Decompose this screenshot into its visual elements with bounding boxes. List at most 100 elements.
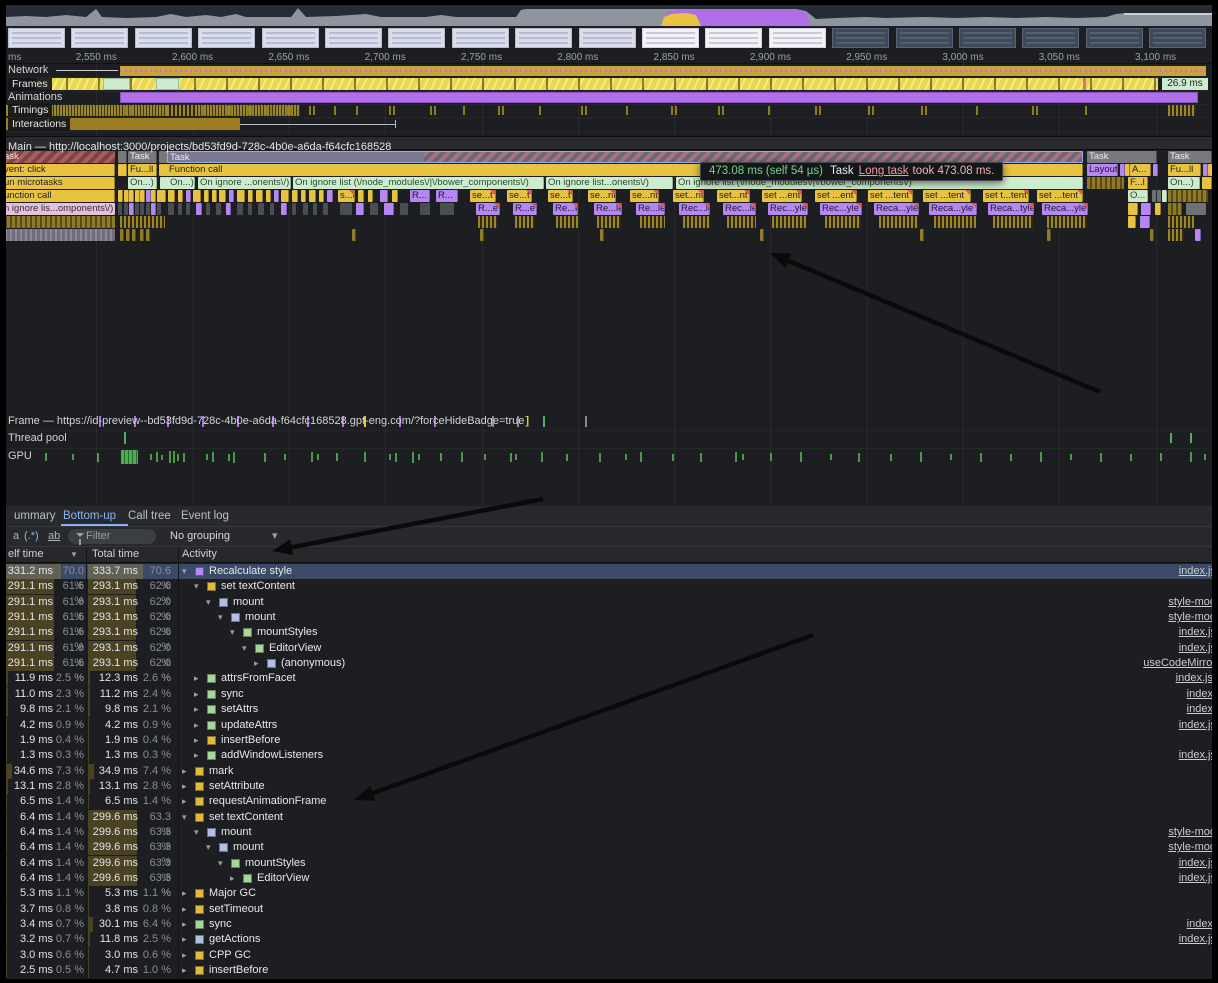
expand-arrow[interactable]: ▸ <box>194 718 199 733</box>
flame-block[interactable]: Rec...le <box>679 203 710 215</box>
tab-bottom-up[interactable]: Bottom-up <box>63 506 116 526</box>
source-link[interactable]: useCodeMirror <box>1143 656 1212 671</box>
flame-block[interactable] <box>400 203 408 215</box>
flame-block[interactable] <box>229 190 234 202</box>
flame-block[interactable] <box>118 203 122 215</box>
flame-block[interactable] <box>216 203 221 215</box>
flame-block[interactable]: Re...e <box>553 203 578 215</box>
expand-arrow[interactable]: ▾ <box>194 825 199 840</box>
expand-arrow[interactable]: ▸ <box>182 779 187 794</box>
flame-block[interactable]: Reca...yle <box>1042 203 1088 215</box>
track-label-network[interactable]: Network <box>8 64 48 77</box>
source-link[interactable]: index.js <box>1179 564 1212 579</box>
source-link[interactable]: index.js <box>1179 748 1212 763</box>
flame-block[interactable] <box>124 203 128 215</box>
flame-block[interactable]: Task <box>1168 151 1212 163</box>
expand-arrow[interactable]: ▸ <box>182 948 187 963</box>
flame-block[interactable] <box>266 190 271 202</box>
flame-block[interactable] <box>303 203 308 215</box>
screenshot-thumbnail[interactable] <box>1022 28 1079 48</box>
flame-block[interactable]: On...) <box>128 177 157 189</box>
flame-block[interactable] <box>151 190 156 202</box>
screenshot-thumbnail[interactable] <box>769 28 826 48</box>
expand-arrow[interactable]: ▸ <box>194 702 199 717</box>
flame-block[interactable] <box>1047 229 1051 241</box>
screenshot-thumbnail[interactable] <box>198 28 255 48</box>
flame-block[interactable] <box>1128 203 1138 215</box>
filter-input[interactable]: Filter <box>68 529 156 544</box>
screenshot-thumbnail[interactable] <box>579 28 636 48</box>
flame-block[interactable] <box>1128 216 1136 228</box>
flame-block[interactable]: set ...ent <box>762 190 802 202</box>
flame-block[interactable] <box>237 190 245 202</box>
table-row[interactable]: 291.1 ms61.6 %293.1 ms62.0 %▾mountstyle-… <box>6 610 1212 625</box>
flame-block[interactable] <box>140 190 145 202</box>
flame-block[interactable] <box>556 216 578 228</box>
tooltip-longtask-link[interactable]: Long task <box>859 165 909 177</box>
flame-block[interactable] <box>237 203 243 215</box>
flame-block[interactable]: set t...tent <box>983 190 1029 202</box>
main-thread-header[interactable]: Main — http://localhost:3000/projects/bd… <box>6 136 1212 150</box>
expand-arrow[interactable]: ▸ <box>194 733 199 748</box>
track-label-thread-pool[interactable]: Thread pool <box>8 432 67 445</box>
table-row[interactable]: 3.2 ms0.7 %11.8 ms2.5 %▸getActionsindex.… <box>6 932 1212 947</box>
table-row[interactable]: 11.0 ms2.3 %11.2 ms2.4 %▸syncindex. <box>6 687 1212 702</box>
flame-block[interactable]: On ignore list (\/node_modules\/|\/bower… <box>293 177 544 189</box>
screenshot-thumbnail[interactable] <box>705 28 762 48</box>
expand-arrow[interactable]: ▸ <box>182 963 187 978</box>
expand-arrow[interactable]: ▸ <box>254 656 259 671</box>
flame-block[interactable]: se...t <box>507 190 532 202</box>
flame-block[interactable]: Reca...yle <box>929 203 977 215</box>
source-link[interactable]: index. <box>1187 687 1212 702</box>
column-activity[interactable]: Activity <box>182 547 217 562</box>
flame-block[interactable] <box>340 203 352 215</box>
flame-block[interactable] <box>358 190 364 202</box>
expand-arrow[interactable]: ▾ <box>230 625 235 640</box>
flame-block[interactable] <box>1152 190 1156 202</box>
source-link[interactable]: style-mod <box>1168 595 1212 610</box>
flame-block[interactable]: Reca...tyle <box>988 203 1034 215</box>
flame-block[interactable] <box>1162 190 1167 202</box>
network-track-bar[interactable] <box>120 66 1206 76</box>
flame-block[interactable] <box>993 216 1033 228</box>
source-link[interactable]: style-mod <box>1168 840 1212 855</box>
table-row[interactable]: 11.9 ms2.5 %12.3 ms2.6 %▸attrsFromFaceti… <box>6 671 1212 686</box>
table-row[interactable]: 331.2 ms70.0 %333.7 ms70.6 %▾Recalculate… <box>6 564 1212 579</box>
table-row[interactable]: 6.4 ms1.4 %299.6 ms63.3 %▾mountStylesind… <box>6 856 1212 871</box>
flame-block[interactable] <box>132 229 136 241</box>
flame-block[interactable]: n ignore lis...omponents\/) <box>2 203 115 215</box>
table-row[interactable]: 1.9 ms0.4 %1.9 ms0.4 %▸insertBefore <box>6 733 1212 748</box>
flame-block[interactable] <box>204 190 209 202</box>
screenshot-thumbnail[interactable] <box>1086 28 1143 48</box>
flame-block[interactable] <box>151 203 156 215</box>
flame-block[interactable] <box>1047 216 1087 228</box>
flame-block[interactable] <box>683 216 710 228</box>
flame-block[interactable] <box>319 190 324 202</box>
flame-block[interactable] <box>1155 203 1161 215</box>
flame-block[interactable]: Fu...ll <box>128 164 157 176</box>
tab-event-log[interactable]: Event log <box>181 506 229 526</box>
frames-duration-badge[interactable]: 26.9 ms <box>1162 78 1208 90</box>
flame-block[interactable] <box>168 190 175 202</box>
flame-block[interactable] <box>327 190 333 202</box>
expand-arrow[interactable]: ▸ <box>182 902 187 917</box>
flame-block[interactable]: unction call <box>2 190 115 202</box>
flame-block[interactable] <box>178 190 183 202</box>
flame-block[interactable] <box>212 190 217 202</box>
flame-block[interactable] <box>258 203 264 215</box>
expand-arrow[interactable]: ▸ <box>182 917 187 932</box>
flame-block[interactable]: R...e <box>513 203 537 215</box>
flame-block[interactable] <box>597 216 621 228</box>
flame-block[interactable] <box>301 190 306 202</box>
flame-block[interactable] <box>1141 203 1151 215</box>
table-row[interactable]: 1.3 ms0.3 %1.3 ms0.3 %▸addWindowListener… <box>6 748 1212 763</box>
table-row[interactable]: 291.1 ms61.6 %293.1 ms62.0 %▾set textCon… <box>6 579 1212 594</box>
flame-block[interactable]: Layout <box>1087 164 1118 176</box>
grouping-dropdown[interactable]: No grouping <box>170 527 230 546</box>
track-label-frame[interactable]: Frame — https://id-preview--bd53fd9d-728… <box>8 415 529 428</box>
flame-block[interactable] <box>129 203 134 215</box>
flame-block[interactable] <box>196 203 202 215</box>
expand-arrow[interactable]: ▸ <box>182 932 187 947</box>
grouping-caret-icon[interactable]: ▾ <box>272 527 278 546</box>
expand-arrow[interactable]: ▾ <box>206 840 211 855</box>
